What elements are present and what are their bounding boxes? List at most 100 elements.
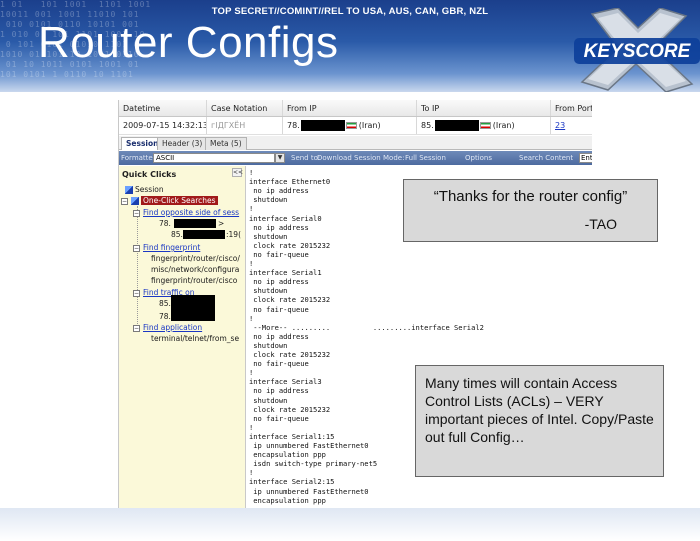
cell-to-ip: 85. (Iran) <box>417 117 551 134</box>
tree-item-opposite-ip-1[interactable]: 78. <box>159 218 171 229</box>
config-line: shutdown <box>249 395 288 405</box>
redaction-bar <box>174 219 216 228</box>
config-line: ! <box>249 313 254 323</box>
table-row[interactable]: 2009-07-15 14:32:13 гІДГХЁН 78. (Iran) 85… <box>119 117 592 135</box>
to-country: Iran <box>495 121 512 130</box>
send-to-label: Send to: <box>291 154 321 162</box>
config-line: no ip address <box>249 386 309 396</box>
config-line: interface Ethernet0 <box>249 177 331 187</box>
slide-footer-band <box>0 508 700 541</box>
config-line: ! <box>249 259 254 268</box>
cell-from-port: 23 <box>551 117 592 134</box>
cell-from-ip: 78. (Iran) <box>283 117 417 134</box>
cell-case-notation: гІДГХЁН <box>207 117 283 134</box>
slide-header: 1 01 101 1001 1101 1001 10011 001 1001 1… <box>0 0 700 92</box>
formatter-select[interactable]: ASCII <box>153 153 275 163</box>
tree-item-fingerprint-2[interactable]: misc/network/configura <box>151 264 239 275</box>
config-line: encapsulation ppp <box>249 450 326 460</box>
tree-item-find-application[interactable]: − Find application <box>133 322 202 333</box>
formatter-label: Formatter <box>121 154 156 162</box>
tree-item-find-fingerprint[interactable]: − Find fingerprint <box>133 242 200 253</box>
tree-item-application-1[interactable]: terminal/telnet/from_se <box>151 333 239 344</box>
search-content-label: Search Content <box>519 154 574 162</box>
config-line: shutdown <box>249 340 288 350</box>
config-line: clock rate 2015232 <box>249 350 331 359</box>
tao-quote-callout: “Thanks for the router config” -TAO <box>403 179 658 242</box>
config-line: ! <box>249 422 254 432</box>
config-line: no ip address <box>249 222 309 232</box>
tree-item-session[interactable]: Session <box>125 184 164 195</box>
config-line: ! <box>249 168 254 177</box>
config-line: shutdown <box>249 286 288 296</box>
config-line: shutdown <box>249 195 288 205</box>
column-header-from-ip[interactable]: From IP <box>283 100 417 116</box>
acl-note-text: Many times will contain Access Control L… <box>425 375 654 445</box>
tao-signature: -TAO <box>584 216 617 232</box>
session-tabs: Session Header (3) Meta (5) <box>119 136 592 150</box>
collapse-node-icon: − <box>133 244 140 252</box>
config-line: clock rate 2015232 <box>249 404 331 414</box>
download-session-button[interactable]: Download Session <box>317 151 381 165</box>
session-toolbar: Formatter ASCII ▼ Send to: Download Sess… <box>119 151 592 165</box>
config-line: encapsulation ppp <box>249 495 326 505</box>
column-header-datetime[interactable]: Datetime <box>119 100 207 116</box>
column-header-from-port[interactable]: From Port <box>551 100 592 116</box>
config-line: interface Serial2:15 <box>249 477 335 487</box>
config-line: --More-- ......... .........interface Se… <box>249 322 484 332</box>
redaction-bar <box>183 230 225 239</box>
acl-note-callout: Many times will contain Access Control L… <box>415 365 664 477</box>
redaction-bar <box>171 308 215 321</box>
config-line: no fair-queue <box>249 359 309 369</box>
tab-meta[interactable]: Meta (5) <box>205 137 247 150</box>
iran-flag-icon <box>345 122 357 129</box>
config-line: no ip address <box>249 186 309 196</box>
config-line: clock rate 2015232 <box>249 240 331 250</box>
tab-header[interactable]: Header (3) <box>157 137 208 150</box>
config-line: ! <box>249 204 254 214</box>
tree-item-find-opposite-side[interactable]: − Find opposite side of sess <box>133 207 239 218</box>
collapse-node-icon: − <box>133 324 140 332</box>
keyscore-logo: KEYSCORE <box>574 8 700 92</box>
collapse-node-icon: − <box>121 197 128 205</box>
config-line: interface Serial0 <box>249 213 322 223</box>
redaction-bar <box>171 295 215 308</box>
config-line: no ip address <box>249 331 309 341</box>
quick-clicks-pane: Quick Clicks << Session − One-Click Searc… <box>119 166 246 510</box>
to-ip-prefix: 85. <box>421 121 434 130</box>
tree-item-traffic-ip-1[interactable]: 85. <box>159 298 171 309</box>
search-content-input[interactable]: Ente <box>579 153 592 163</box>
iran-flag-icon <box>479 122 491 129</box>
from-country: Iran <box>361 121 378 130</box>
collapse-pane-button[interactable]: << <box>232 168 243 177</box>
config-line: ip unnumbered FastEthernet0 <box>249 441 369 450</box>
config-line: no fair-queue <box>249 413 309 423</box>
quick-clicks-title: Quick Clicks <box>122 170 177 179</box>
tree-item-opposite-ip-2[interactable]: 85. <box>171 229 183 240</box>
collapse-node-icon: − <box>133 289 140 297</box>
config-line: clock rate 2015232 <box>249 295 331 305</box>
tao-quote-text: “Thanks for the router config” <box>433 188 628 205</box>
config-line: shutdown <box>249 231 288 241</box>
chevron-down-icon[interactable]: ▼ <box>275 153 285 163</box>
keyscore-k-icon <box>131 197 139 205</box>
tree-item-traffic-ip-2[interactable]: 78. <box>159 311 171 322</box>
tree-item-fingerprint-1[interactable]: fingerprint/router/cisco/ <box>151 253 240 264</box>
from-port-link[interactable]: 23 <box>555 121 565 130</box>
config-line: ! <box>249 468 254 478</box>
mode-select[interactable]: Full Session <box>405 151 446 165</box>
options-button[interactable]: Options <box>465 151 492 165</box>
column-header-case-notation[interactable]: Case Notation <box>207 100 283 116</box>
redaction-bar <box>434 120 479 131</box>
slide-title: Router Configs <box>38 18 339 67</box>
opposite-ip-2-suffix: :19( <box>226 230 241 239</box>
cell-datetime: 2009-07-15 14:32:13 <box>119 117 207 134</box>
results-grid-header: Datetime Case Notation From IP To IP Fro… <box>119 100 592 117</box>
config-line: interface Serial3 <box>249 377 322 387</box>
keyscore-k-icon <box>125 186 133 194</box>
tree-item-one-click-searches[interactable]: − One-Click Searches <box>121 195 218 206</box>
config-line: isdn switch-type primary-net5 <box>249 459 378 469</box>
config-line: no ip address <box>249 277 309 287</box>
column-header-to-ip[interactable]: To IP <box>417 100 551 116</box>
tree-item-fingerprint-3[interactable]: fingerprint/router/cisco <box>151 275 237 286</box>
config-line: interface Serial1:15 <box>249 431 335 441</box>
